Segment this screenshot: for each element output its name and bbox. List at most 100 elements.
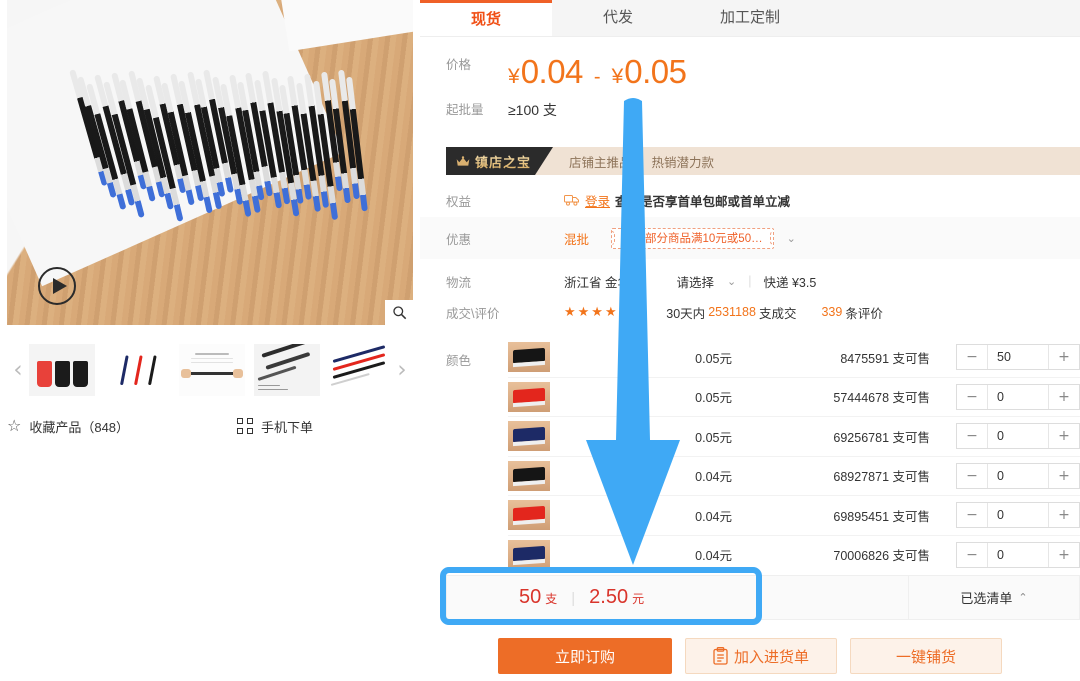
- add-to-purchase-list-label: 加入进货单: [733, 648, 809, 666]
- sku-stock: 69895451 支可售: [833, 509, 930, 524]
- list-item[interactable]: [179, 344, 245, 396]
- plus-icon[interactable]: +: [1048, 345, 1079, 370]
- tab-custom-made[interactable]: 加工定制: [684, 0, 816, 36]
- thumbnail-prev-arrow[interactable]: ‹: [7, 344, 29, 396]
- table-row[interactable]: 0.04元 70006826 支可售 −0 +: [508, 536, 1080, 575]
- price-range-dash: -: [593, 66, 601, 88]
- minus-icon[interactable]: −: [957, 542, 988, 567]
- chevron-up-icon: ⌃: [1018, 591, 1028, 604]
- table-row[interactable]: 0.05元 8475591 支可售 −50 +: [508, 338, 1080, 378]
- minus-icon[interactable]: −: [957, 345, 988, 370]
- coupon-tag[interactable]: 本店部分商品满10元或50…: [611, 227, 774, 249]
- tab-in-stock[interactable]: 现货: [420, 0, 552, 36]
- price-min: 0.04: [520, 53, 584, 90]
- plus-icon[interactable]: +: [1048, 463, 1079, 488]
- sku-stock: 57444678 支可售: [833, 391, 930, 406]
- quantity-stepper[interactable]: −0 +: [956, 383, 1080, 410]
- total-amount-unit: 元: [632, 592, 645, 606]
- play-circle-icon[interactable]: [38, 267, 76, 305]
- action-button-row: 立即订购 加入进货单 一键铺货: [420, 638, 1080, 674]
- review-suffix: 条评价: [845, 306, 883, 321]
- table-row[interactable]: 0.04元 69895451 支可售 −0 +: [508, 496, 1080, 536]
- truck-icon: [564, 194, 580, 206]
- logistics-destination-select[interactable]: 请选择: [676, 272, 714, 291]
- sku-color-thumbnail[interactable]: [508, 421, 550, 452]
- price-max: 0.05: [624, 53, 687, 90]
- tab-dropship[interactable]: 代发: [552, 0, 684, 36]
- benefits-text: 查看是否享首单包邮或首单立减: [615, 194, 791, 209]
- minus-icon[interactable]: −: [957, 384, 988, 409]
- quantity-value[interactable]: 0: [988, 424, 1048, 448]
- selected-list-label: 已选清单: [960, 591, 1013, 606]
- plus-icon[interactable]: +: [1048, 424, 1079, 449]
- store-treasure-badge-bar: 镇店之宝 店铺主推品 热销潜力款: [446, 147, 1080, 175]
- list-item[interactable]: [254, 344, 320, 396]
- favorite-product-button[interactable]: ☆ 收藏产品（848）: [7, 417, 129, 436]
- sku-price: 0.05元: [695, 430, 732, 445]
- quantity-value[interactable]: 0: [988, 385, 1048, 409]
- quantity-value[interactable]: 0: [988, 464, 1048, 488]
- list-item[interactable]: [104, 344, 170, 396]
- selected-list-toggle[interactable]: 已选清单 ⌃: [908, 576, 1079, 619]
- sku-stock: 68927871 支可售: [833, 470, 930, 485]
- sku-color-thumbnail[interactable]: [508, 539, 550, 570]
- sku-price: 0.04元: [695, 509, 732, 524]
- order-now-button[interactable]: 立即订购: [498, 638, 672, 674]
- plus-icon[interactable]: +: [1048, 542, 1079, 567]
- list-item[interactable]: [29, 344, 95, 396]
- list-item[interactable]: [329, 344, 391, 396]
- quantity-stepper[interactable]: −0 +: [956, 462, 1080, 489]
- minus-icon[interactable]: −: [957, 503, 988, 528]
- review-count[interactable]: 339: [821, 305, 842, 319]
- add-to-purchase-list-button[interactable]: 加入进货单: [685, 638, 837, 674]
- order-now-label: 立即订购: [554, 648, 615, 666]
- quantity-value[interactable]: 0: [988, 543, 1048, 567]
- price-block: 价格 ¥ 0.04 - ¥ 0.05 起批量 ≥100 支: [420, 36, 1080, 120]
- currency-symbol-max: ¥: [611, 65, 624, 88]
- plus-icon[interactable]: +: [1048, 503, 1079, 528]
- thumbnail-next-arrow[interactable]: ›: [391, 344, 413, 396]
- product-info-panel: 现货 代发 加工定制 价格 ¥ 0.04 - ¥ 0.05 起批量 ≥100 支…: [420, 0, 1080, 681]
- store-treasure-tag-0: 店铺主推品: [569, 155, 632, 170]
- sku-color-thumbnail[interactable]: [508, 381, 550, 412]
- mobile-order-button[interactable]: 手机下单: [237, 417, 313, 436]
- magnifier-icon[interactable]: [385, 300, 413, 325]
- star-outline-icon: ☆: [7, 416, 22, 435]
- one-click-distribute-button[interactable]: 一键铺货: [850, 638, 1002, 674]
- total-quantity-unit: 支: [545, 592, 558, 606]
- table-row[interactable]: 0.04元 68927871 支可售 −0 +: [508, 457, 1080, 496]
- selection-summary-bar: 50 支 | 2.50 元 已选清单 ⌃: [446, 575, 1080, 620]
- logistics-origin: 浙江省 金华市: [564, 275, 643, 290]
- quantity-value[interactable]: 0: [988, 503, 1048, 527]
- sku-price: 0.04元: [695, 470, 732, 485]
- quantity-stepper[interactable]: −0 +: [956, 541, 1080, 568]
- sku-color-thumbnail[interactable]: [508, 460, 550, 491]
- logistics-shipping-fee: 快递 ¥3.5: [763, 275, 817, 290]
- main-product-image[interactable]: [7, 0, 413, 325]
- quantity-value[interactable]: 50: [988, 345, 1048, 369]
- reviews-row: 成交\评价 ★★★★★ 30天内 2531188 支成交 339 条评价: [420, 297, 1080, 327]
- plus-icon[interactable]: +: [1048, 384, 1079, 409]
- login-link[interactable]: 登录: [585, 191, 610, 210]
- qr-code-icon: [237, 418, 254, 434]
- quantity-stepper[interactable]: −0 +: [956, 502, 1080, 529]
- mobile-order-label: 手机下单: [261, 419, 314, 435]
- store-treasure-title: 镇店之宝: [475, 152, 531, 171]
- chevron-down-icon[interactable]: ⌄: [787, 232, 796, 245]
- sku-color-thumbnail[interactable]: [508, 500, 550, 531]
- promotion-label: 优惠: [446, 232, 472, 247]
- sku-price: 0.05元: [695, 351, 732, 366]
- thumbnail-strip: ‹ ›: [7, 344, 413, 396]
- sku-price: 0.05元: [695, 391, 732, 406]
- quantity-stepper[interactable]: −50 +: [956, 344, 1080, 371]
- table-row[interactable]: 0.05元 69256781 支可售 −0 +: [508, 417, 1080, 457]
- sku-color-thumbnail[interactable]: [508, 342, 550, 373]
- product-detail-page: ‹ › ☆ 收藏产品（848） 手机下单 现货 代发 加工定制 价格 ¥ 0.0…: [0, 0, 1080, 681]
- clipboard-icon: [713, 647, 728, 665]
- chevron-down-icon[interactable]: ⌄: [727, 275, 736, 288]
- minus-icon[interactable]: −: [957, 424, 988, 449]
- quantity-stepper[interactable]: −0 +: [956, 423, 1080, 450]
- minus-icon[interactable]: −: [957, 463, 988, 488]
- promotion-row: 优惠 混批 本店部分商品满10元或50… ⌄: [420, 217, 1080, 259]
- table-row[interactable]: 0.05元 57444678 支可售 −0 +: [508, 378, 1080, 417]
